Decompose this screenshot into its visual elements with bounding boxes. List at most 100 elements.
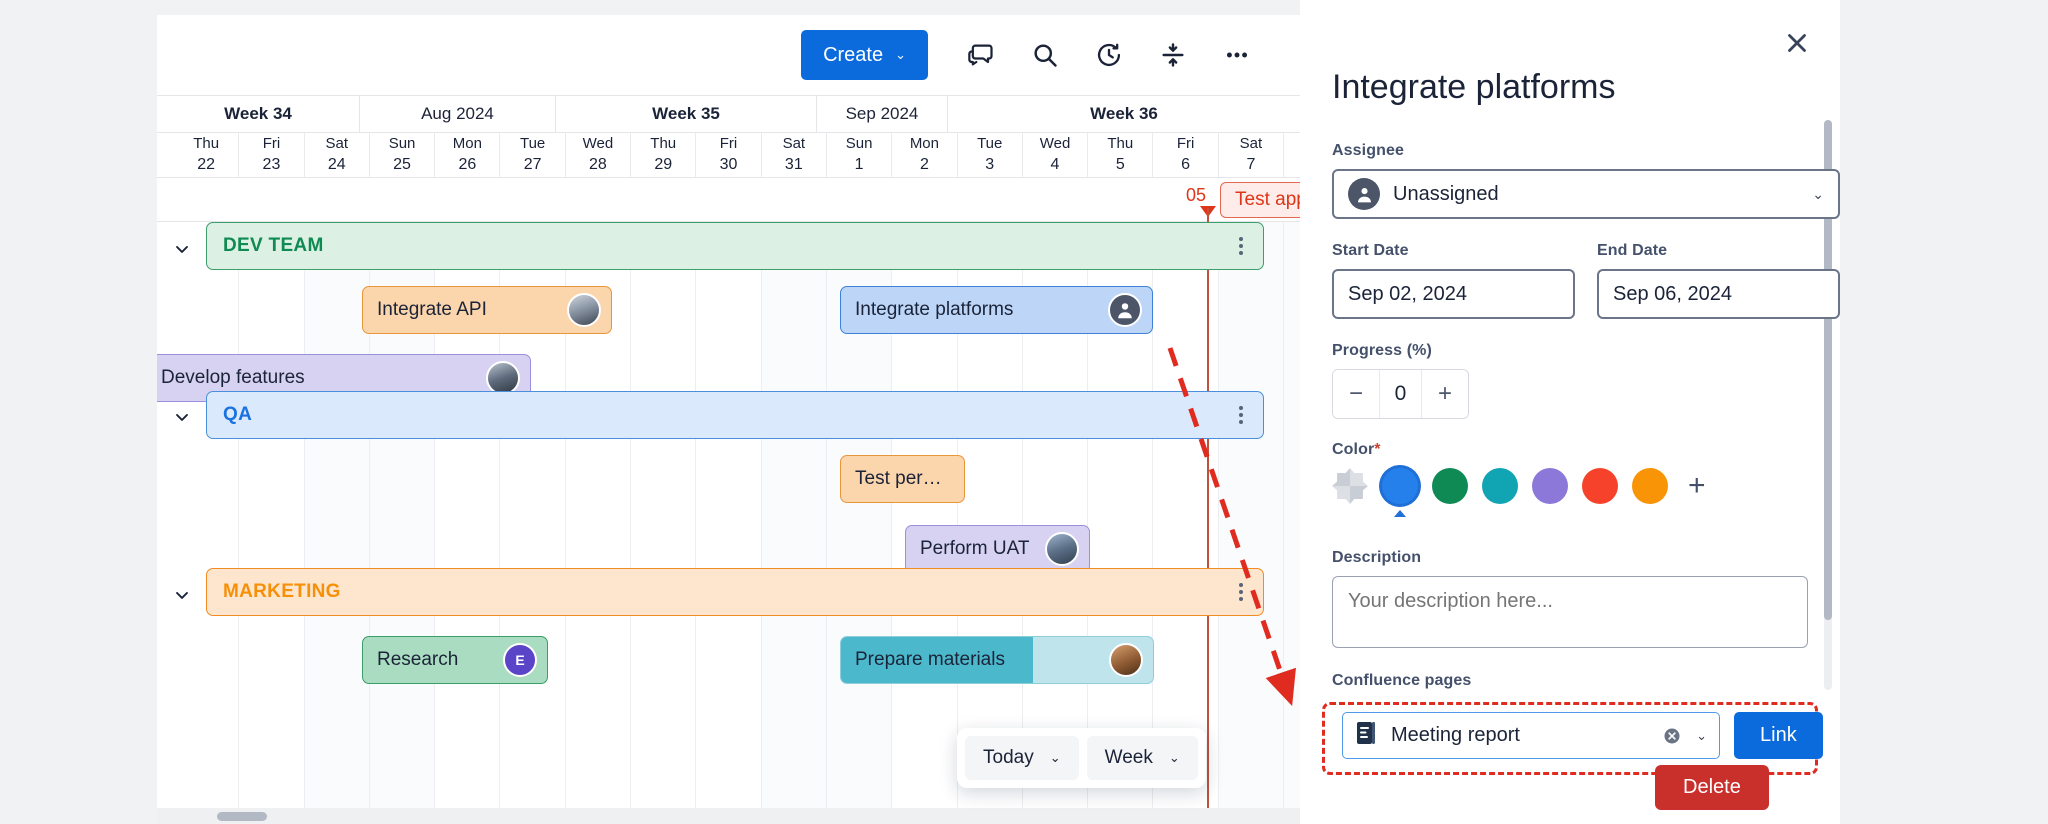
quantity-stepper: − 0 + <box>1332 369 1469 419</box>
color-swatch-teal[interactable] <box>1482 468 1518 504</box>
day-of-week: Tue <box>977 134 1002 154</box>
day-of-week: Fri <box>720 134 738 154</box>
avatar[interactable] <box>567 293 601 327</box>
task-bar-integrate-api[interactable]: Integrate API <box>362 286 612 334</box>
end-date-field: End Date Sep 06, 2024 <box>1597 242 1840 319</box>
color-swatch-row: + <box>1332 468 1706 504</box>
avatar[interactable] <box>486 361 520 395</box>
confluence-pages-field: Confluence pages <box>1332 672 1471 699</box>
range-selector-today[interactable]: Today ⌄ <box>965 736 1079 780</box>
color-swatch-blue[interactable] <box>1382 468 1418 504</box>
avatar[interactable] <box>1045 532 1079 566</box>
task-label: Perform UAT <box>920 538 1029 560</box>
description-field: Description <box>1332 549 1808 653</box>
color-field: Color* + <box>1332 441 1706 504</box>
task-bar-test-performance[interactable]: Test per… <box>840 455 965 503</box>
close-icon[interactable] <box>1780 26 1814 60</box>
gantt-grid-body: 05 Test app DEV TEAM Integrate API Devel… <box>157 178 1300 824</box>
group-row-dev-team[interactable]: DEV TEAM <box>206 222 1264 270</box>
day-of-week: Tue <box>520 134 545 154</box>
unit-selector-label: Week <box>1105 747 1153 769</box>
day-number: 3 <box>985 154 994 176</box>
scrollbar-thumb[interactable] <box>217 812 267 821</box>
task-bar-prepare-materials[interactable]: Prepare materials <box>840 636 1154 684</box>
group-row-qa[interactable]: QA <box>206 391 1264 439</box>
comment-icon[interactable] <box>958 32 1004 78</box>
create-button[interactable]: Create ⌄ <box>801 30 928 80</box>
assignee-select[interactable]: Unassigned ⌄ <box>1332 169 1840 219</box>
collapse-toggle-dev-team[interactable] <box>169 236 195 262</box>
end-date-label: End Date <box>1597 242 1840 260</box>
timeline-day-cell: Sat24 <box>305 133 370 177</box>
day-of-week: Sat <box>325 134 348 154</box>
history-icon[interactable] <box>1086 32 1132 78</box>
color-swatch-green[interactable] <box>1432 468 1468 504</box>
milestone-chip-test-app[interactable]: Test app <box>1220 182 1300 218</box>
day-number: 28 <box>589 154 607 176</box>
task-bar-perform-uat[interactable]: Perform UAT <box>905 525 1090 573</box>
horizontal-scrollbar[interactable] <box>157 808 1300 824</box>
group-label: QA <box>223 404 252 426</box>
group-menu-icon[interactable] <box>1239 237 1243 255</box>
day-of-week: Thu <box>1107 134 1133 154</box>
delete-button[interactable]: Delete <box>1655 765 1769 810</box>
day-of-week: Sun <box>389 134 416 154</box>
end-date-input[interactable]: Sep 06, 2024 <box>1597 269 1840 319</box>
collapse-toggle-qa[interactable] <box>169 404 195 430</box>
day-of-week: Mon <box>910 134 939 154</box>
day-of-week: Fri <box>1177 134 1195 154</box>
grid-column <box>631 178 696 824</box>
timeline-week-cell: Week 36 <box>948 96 1300 132</box>
timeline-week-header: Week 34 Aug 2024 Week 35 Sep 2024 Week 3… <box>157 95 1300 133</box>
timeline-day-cell: Sat31 <box>762 133 827 177</box>
color-swatch-orange[interactable] <box>1632 468 1668 504</box>
grid-column <box>174 178 239 824</box>
avatar[interactable]: E <box>503 643 537 677</box>
color-swatch-no-color[interactable] <box>1332 468 1368 504</box>
timeline-month-cell: Aug 2024 <box>360 96 556 132</box>
collapse-toggle-marketing[interactable] <box>169 582 195 608</box>
group-menu-icon[interactable] <box>1239 583 1243 601</box>
timeline-month-cell: Sep 2024 <box>817 96 948 132</box>
more-options-icon[interactable] <box>1214 32 1260 78</box>
description-input[interactable] <box>1332 576 1808 648</box>
task-label: Integrate API <box>377 299 487 321</box>
task-bar-research[interactable]: Research E <box>362 636 548 684</box>
avatar-placeholder-icon[interactable] <box>1108 293 1142 327</box>
unit-selector-week[interactable]: Week ⌄ <box>1087 736 1198 780</box>
group-row-marketing[interactable]: MARKETING <box>206 568 1264 616</box>
grid-column-gutter <box>157 178 174 824</box>
day-of-week: Sun <box>846 134 873 154</box>
color-swatch-red[interactable] <box>1582 468 1618 504</box>
confluence-page-select[interactable]: Meeting report ⌄ <box>1342 712 1720 759</box>
progress-decrement-button[interactable]: − <box>1333 370 1379 418</box>
group-menu-icon[interactable] <box>1239 406 1243 424</box>
day-of-week: Sat <box>1240 134 1263 154</box>
task-bar-integrate-platforms[interactable]: Integrate platforms <box>840 286 1153 334</box>
color-swatch-purple[interactable] <box>1532 468 1568 504</box>
clear-icon[interactable] <box>1662 726 1682 746</box>
grid-column <box>305 178 370 824</box>
avatar[interactable] <box>1109 643 1143 677</box>
day-number: 30 <box>720 154 738 176</box>
search-icon[interactable] <box>1022 32 1068 78</box>
add-color-button[interactable]: + <box>1688 471 1706 501</box>
task-label: Prepare materials <box>855 649 1005 671</box>
start-date-input[interactable]: Sep 02, 2024 <box>1332 269 1575 319</box>
link-button[interactable]: Link <box>1734 712 1823 759</box>
grid-column <box>239 178 304 824</box>
assignee-label: Assignee <box>1332 142 1840 160</box>
confluence-pages-row: Meeting report ⌄ Link <box>1342 712 1823 759</box>
fit-vertical-icon[interactable] <box>1150 32 1196 78</box>
description-label: Description <box>1332 549 1808 567</box>
day-number: 4 <box>1051 154 1060 176</box>
day-number: 31 <box>785 154 803 176</box>
progress-increment-button[interactable]: + <box>1422 370 1468 418</box>
grid-column <box>1219 178 1284 824</box>
timeline-zoom-controls: Today ⌄ Week ⌄ <box>957 728 1206 788</box>
confluence-pages-label: Confluence pages <box>1332 672 1471 690</box>
day-number: 5 <box>1116 154 1125 176</box>
grid-column <box>1284 178 1300 824</box>
progress-input[interactable]: 0 <box>1379 370 1422 418</box>
page-title: Integrate platforms <box>1332 68 1615 107</box>
